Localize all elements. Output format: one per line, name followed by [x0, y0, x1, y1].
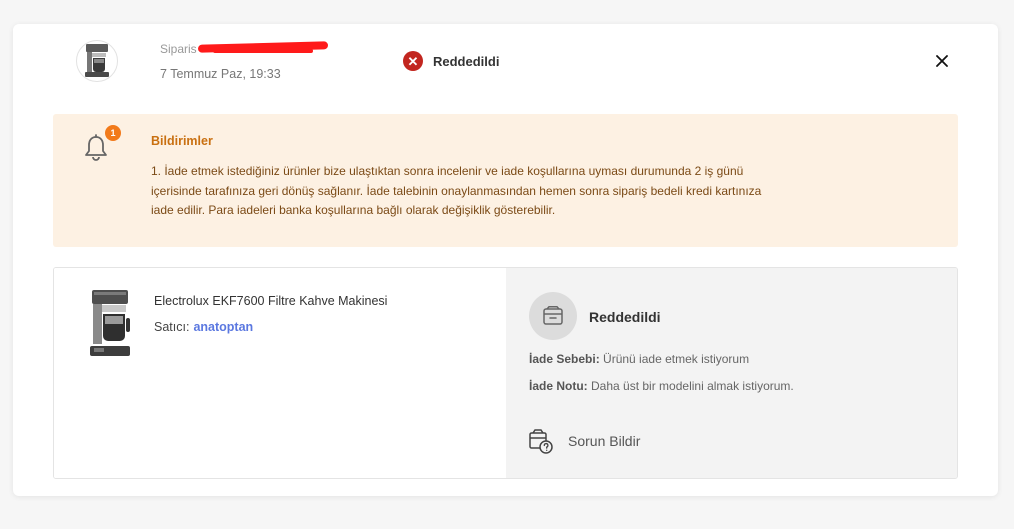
product-info: Electrolux EKF7600 Filtre Kahve Makinesi…: [54, 268, 506, 478]
order-product-thumbnail: [76, 40, 118, 82]
x-circle-icon: ✕: [403, 51, 423, 71]
return-reason-label: İade Sebebi:: [529, 352, 600, 366]
bell-icon: [85, 134, 107, 161]
notification-count-badge: 1: [105, 125, 121, 141]
return-status-label: Reddedildi: [589, 309, 661, 325]
seller-link[interactable]: anatoptan: [193, 320, 253, 334]
return-reason-value: Ürünü iade etmek istiyorum: [603, 352, 750, 366]
order-status: ✕ Reddedildi: [403, 51, 499, 71]
return-note: İade Notu: Daha üst bir modelini almak i…: [529, 379, 794, 393]
notification-text: 1. İade etmek istediğiniz ürünler bize u…: [151, 164, 762, 217]
order-status-label: Reddedildi: [433, 53, 500, 69]
redaction-mark: [213, 49, 313, 53]
product-name: Electrolux EKF7600 Filtre Kahve Makinesi: [154, 294, 388, 308]
return-note-value: Daha üst bir modelini almak istiyorum.: [591, 379, 794, 393]
notification-panel: 1 Bildirimler 1. İade etmek istediğiniz …: [53, 114, 958, 247]
close-icon: [936, 55, 948, 67]
box-icon: [543, 306, 563, 325]
return-product-panel: Electrolux EKF7600 Filtre Kahve Makinesi…: [53, 267, 958, 479]
return-note-label: İade Notu:: [529, 379, 588, 393]
order-date: 7 Temmuz Paz, 19:33: [160, 67, 281, 81]
order-detail-card: Siparis 7 Temmuz Paz, 19:33 ✕ Reddedildi…: [13, 24, 998, 496]
close-button[interactable]: [932, 51, 952, 71]
order-number-label: Siparis: [160, 42, 197, 56]
seller-label: Satıcı:: [154, 320, 190, 334]
report-problem-button[interactable]: Sorun Bildir: [528, 428, 640, 454]
coffee-maker-image: [90, 290, 130, 356]
seller-info: Satıcı: anatoptan: [154, 320, 253, 334]
return-reason: İade Sebebi: Ürünü iade etmek istiyorum: [529, 352, 749, 366]
report-box-icon: [529, 429, 553, 454]
return-status-info: Reddedildi İade Sebebi: Ürünü iade etmek…: [506, 268, 957, 478]
report-problem-label: Sorun Bildir: [568, 433, 641, 449]
box-icon-circle: [529, 292, 577, 340]
notification-title: Bildirimler: [151, 134, 213, 148]
coffee-maker-thumbnail-icon: [85, 44, 109, 77]
